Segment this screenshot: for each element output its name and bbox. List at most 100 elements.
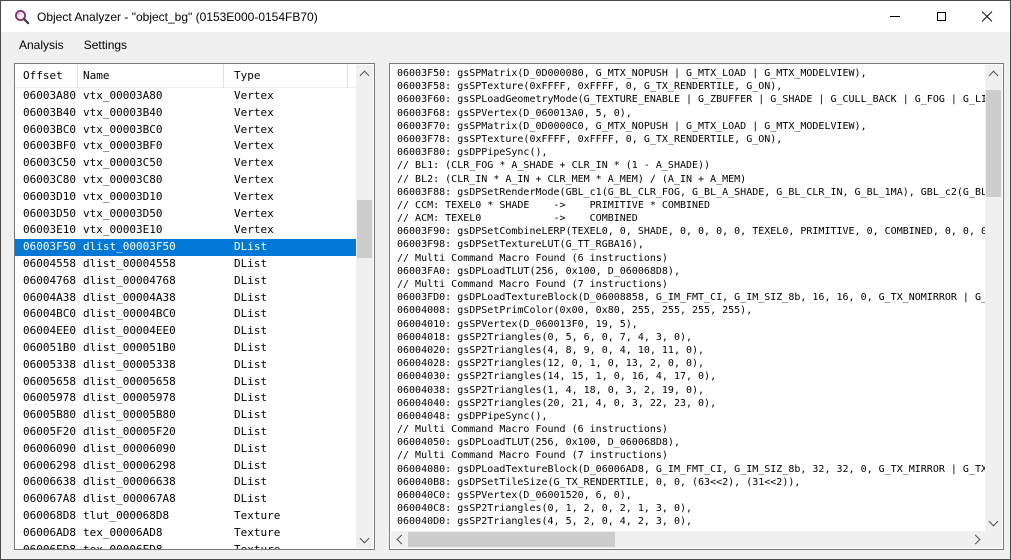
- scrollbar-thumb[interactable]: [408, 532, 615, 547]
- cell-name: vtx_00003D10: [83, 189, 162, 206]
- scroll-down-button[interactable]: [356, 531, 373, 548]
- titlebar[interactable]: Object Analyzer - "object_bg" (0153E000-…: [1, 1, 1010, 32]
- chevron-left-icon: [397, 535, 407, 545]
- table-row[interactable]: 06003D10vtx_00003D10Vertex: [15, 189, 357, 206]
- cell-name: dlist_00005338: [83, 357, 176, 374]
- table-row[interactable]: 06005978dlist_00005978DList: [15, 390, 357, 407]
- table-row[interactable]: 06006090dlist_00006090DList: [15, 441, 357, 458]
- minimize-button[interactable]: [872, 1, 918, 32]
- scroll-right-button[interactable]: [968, 531, 985, 548]
- chevron-down-icon: [360, 534, 370, 544]
- cell-type: DList: [234, 323, 267, 340]
- scrollbar-thumb[interactable]: [986, 90, 1001, 197]
- scroll-left-button[interactable]: [391, 531, 408, 548]
- magnifier-icon: [14, 9, 30, 25]
- code-lines[interactable]: 06003F50: gsSPMatrix(D_0D000080, G_MTX_N…: [391, 65, 985, 531]
- cell-name: dlist_00005F20: [83, 424, 176, 441]
- column-header-type[interactable]: Type: [224, 64, 348, 88]
- code-line: 06003F60: gsSPLoadGeometryMode(G_TEXTURE…: [397, 93, 985, 106]
- scroll-up-button[interactable]: [985, 65, 1002, 82]
- table-row[interactable]: 06003BF0vtx_00003BF0Vertex: [15, 138, 357, 155]
- table-row[interactable]: 06003E10vtx_00003E10Vertex: [15, 222, 357, 239]
- code-line: // Multi Command Macro Found (7 instruct…: [397, 449, 985, 462]
- chevron-up-icon: [989, 71, 999, 81]
- table-row[interactable]: 060067A8 dlist_000067A8 DList: [15, 491, 357, 508]
- cell-type: Vertex: [234, 122, 274, 139]
- cell-type: Texture: [234, 542, 280, 549]
- table-row[interactable]: 06003A80vtx_00003A80Vertex: [15, 88, 357, 105]
- table-row[interactable]: 06004BC0dlist_00004BC0DList: [15, 306, 357, 323]
- cell-offset: 06003B40: [23, 105, 76, 122]
- close-button[interactable]: [964, 1, 1010, 32]
- cell-offset: 06003D50: [23, 206, 76, 223]
- cell-type: DList: [234, 290, 267, 307]
- table-row[interactable]: 06005F20dlist_00005F20DList: [15, 424, 357, 441]
- cell-name: vtx_00003A80: [83, 88, 162, 105]
- code-horizontal-scrollbar[interactable]: [391, 531, 985, 548]
- scrollbar-thumb[interactable]: [357, 200, 372, 258]
- cell-type: Vertex: [234, 189, 274, 206]
- code-line: 06004020: gsSP2Triangles(4, 8, 9, 0, 4, …: [397, 344, 985, 357]
- cell-type: Vertex: [234, 105, 274, 122]
- table-row[interactable]: 06006298dlist_00006298DList: [15, 458, 357, 475]
- cell-type: DList: [234, 491, 267, 508]
- table-row[interactable]: 06003B40vtx_00003B40Vertex: [15, 105, 357, 122]
- cell-name: dlist_00004768: [83, 273, 176, 290]
- cell-name: vtx_00003BC0: [83, 122, 162, 139]
- table-row[interactable]: 060068D8tlut_000068D8Texture: [15, 508, 357, 525]
- column-header-name[interactable]: Name: [78, 64, 224, 88]
- cell-name: vtx_00003C50: [83, 155, 162, 172]
- table-row[interactable]: 06004EE0dlist_00004EE0DList: [15, 323, 357, 340]
- table-row[interactable]: 06003C50vtx_00003C50Vertex: [15, 155, 357, 172]
- table-row[interactable]: 06003D50vtx_00003D50Vertex: [15, 206, 357, 223]
- code-line: 06004038: gsSP2Triangles(1, 4, 18, 0, 3,…: [397, 384, 985, 397]
- cell-offset: 06006298: [23, 458, 76, 475]
- object-list-scrollbar[interactable]: [356, 65, 373, 548]
- table-row[interactable]: 06004A38dlist_00004A38DList: [15, 290, 357, 307]
- cell-name: tlut_000068D8: [83, 508, 169, 525]
- code-line: 06003FD0: gsDPLoadTextureBlock(D_0600885…: [397, 291, 985, 304]
- cell-name: dlist_00004BC0: [83, 306, 176, 323]
- table-row[interactable]: 060051B0dlist_000051B0DList: [15, 340, 357, 357]
- window-title: Object Analyzer - "object_bg" (0153E000-…: [37, 10, 318, 24]
- cell-name: dlist_00005B80: [83, 407, 176, 424]
- code-line: 06004030: gsSP2Triangles(14, 15, 1, 0, 1…: [397, 370, 985, 383]
- code-line: 06003FA0: gsDPLoadTLUT(256, 0x100, D_060…: [397, 265, 985, 278]
- table-row[interactable]: 06006AD8tex_00006AD8Texture: [15, 525, 357, 542]
- table-row[interactable]: 06005658dlist_00005658DList: [15, 374, 357, 391]
- table-row[interactable]: 06004558dlist_00004558DList: [15, 256, 357, 273]
- table-row[interactable]: 06005B80dlist_00005B80DList: [15, 407, 357, 424]
- table-row[interactable]: 06005338dlist_00005338DList: [15, 357, 357, 374]
- maximize-button[interactable]: [918, 1, 964, 32]
- table-row[interactable]: 06006ED8tex_00006ED8Texture: [15, 542, 357, 549]
- cell-offset: 06003E10: [23, 222, 76, 239]
- cell-offset: 06005F20: [23, 424, 76, 441]
- menu-settings[interactable]: Settings: [74, 34, 137, 56]
- code-line: 06004040: gsSP2Triangles(20, 21, 4, 0, 3…: [397, 397, 985, 410]
- table-row[interactable]: 06003C80vtx_00003C80Vertex: [15, 172, 357, 189]
- code-line: 06004028: gsSP2Triangles(12, 0, 1, 0, 13…: [397, 357, 985, 370]
- window-controls: [872, 1, 1010, 32]
- table-row[interactable]: 06004768dlist_00004768DList: [15, 273, 357, 290]
- cell-offset: 06003F50: [23, 239, 76, 256]
- cell-type: DList: [234, 390, 267, 407]
- cell-offset: 06004A38: [23, 290, 76, 307]
- scroll-up-button[interactable]: [356, 65, 373, 82]
- cell-name: dlist_000067A8: [83, 491, 176, 508]
- cell-offset: 06005338: [23, 357, 76, 374]
- table-row[interactable]: 06006638dlist_00006638DList: [15, 474, 357, 491]
- code-panel: 06003F50: gsSPMatrix(D_0D000080, G_MTX_N…: [389, 63, 1004, 550]
- cell-offset: 060067A8: [23, 491, 76, 508]
- code-line: // Multi Command Macro Found (7 instruct…: [397, 278, 985, 291]
- code-line: 06004008: gsDPSetPrimColor(0x00, 0x80, 2…: [397, 304, 985, 317]
- column-header-offset[interactable]: Offset: [15, 64, 78, 88]
- scroll-down-button[interactable]: [985, 514, 1002, 531]
- object-list-body: 06003A80vtx_00003A80Vertex06003B40vtx_00…: [15, 88, 357, 549]
- table-row[interactable]: 06003BC0vtx_00003BC0Vertex: [15, 122, 357, 139]
- cell-type: DList: [234, 374, 267, 391]
- code-vertical-scrollbar[interactable]: [985, 65, 1002, 531]
- code-line: 060040D0: gsSP2Triangles(4, 5, 2, 0, 4, …: [397, 515, 985, 528]
- cell-name: dlist_00005658: [83, 374, 176, 391]
- menu-analysis[interactable]: Analysis: [9, 34, 74, 56]
- table-row[interactable]: 06003F50dlist_00003F50DList: [15, 239, 357, 256]
